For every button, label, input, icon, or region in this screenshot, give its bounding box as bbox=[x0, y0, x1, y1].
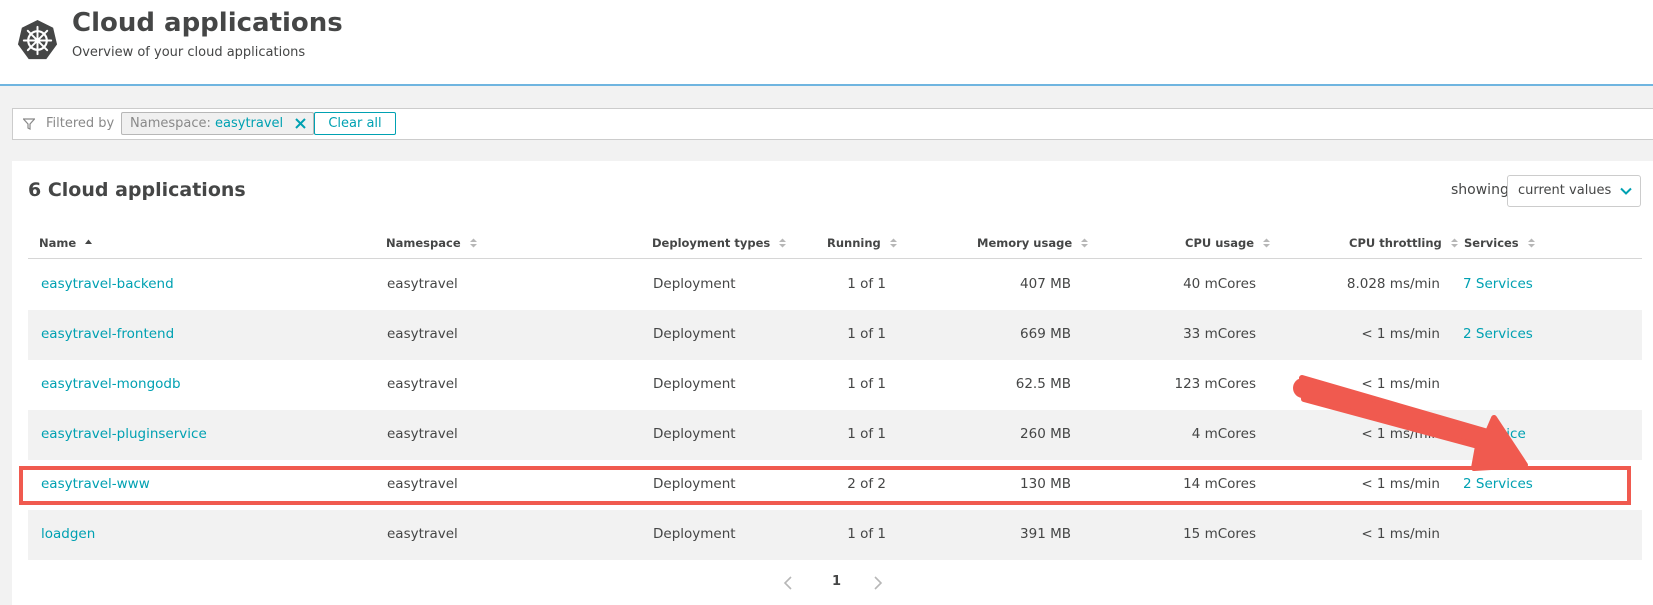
chevron-left-icon[interactable] bbox=[782, 575, 794, 591]
table-row[interactable]: loadgen easytravel Deployment 1 of 1 391… bbox=[28, 510, 1642, 560]
column-header-deployment-types[interactable]: Deployment types bbox=[652, 236, 787, 250]
namespace-cell: easytravel bbox=[387, 326, 458, 342]
throttling-cell: < 1 ms/min bbox=[1361, 326, 1440, 342]
namespace-cell: easytravel bbox=[387, 376, 458, 392]
applications-card: 6 Cloud applications showing current val… bbox=[12, 161, 1653, 605]
running-cell: 1 of 1 bbox=[847, 326, 886, 342]
column-header-name[interactable]: Name bbox=[39, 236, 93, 250]
clear-all-button[interactable]: Clear all bbox=[314, 112, 396, 135]
filter-chip-key: Namespace: bbox=[130, 116, 211, 131]
table-header: Name Namespace Deployment types Running … bbox=[28, 227, 1642, 259]
sort-icon bbox=[1263, 238, 1271, 248]
table-row[interactable]: easytravel-frontend easytravel Deploymen… bbox=[28, 310, 1642, 360]
memory-cell: 391 MB bbox=[1020, 526, 1071, 542]
running-cell: 1 of 1 bbox=[847, 376, 886, 392]
deployment-type-cell: Deployment bbox=[653, 426, 736, 442]
running-cell: 2 of 2 bbox=[847, 476, 886, 492]
namespace-cell: easytravel bbox=[387, 426, 458, 442]
cpu-cell: 40 mCores bbox=[1183, 276, 1256, 292]
cpu-cell: 14 mCores bbox=[1183, 476, 1256, 492]
sort-icon bbox=[1081, 238, 1089, 248]
services-link[interactable]: 7 Services bbox=[1463, 276, 1533, 292]
app-name-link[interactable]: easytravel-mongodb bbox=[41, 376, 181, 392]
page-subtitle: Overview of your cloud applications bbox=[72, 45, 306, 60]
pagination: 1 bbox=[772, 570, 902, 594]
services-link[interactable]: 2 Services bbox=[1463, 476, 1533, 492]
app-name-link[interactable]: easytravel-pluginservice bbox=[41, 426, 207, 442]
column-header-memory-usage[interactable]: Memory usage bbox=[977, 236, 1089, 250]
table-row[interactable]: easytravel-pluginservice easytravel Depl… bbox=[28, 410, 1642, 460]
app-name-link[interactable]: easytravel-backend bbox=[41, 276, 174, 292]
sort-icon bbox=[779, 238, 787, 248]
sort-icon bbox=[469, 238, 477, 248]
cpu-cell: 15 mCores bbox=[1183, 526, 1256, 542]
chevron-right-icon[interactable] bbox=[872, 575, 884, 591]
filter-icon bbox=[23, 118, 35, 130]
throttling-cell: < 1 ms/min bbox=[1361, 526, 1440, 542]
table-row[interactable]: easytravel-www easytravel Deployment 2 o… bbox=[28, 460, 1642, 510]
sort-icon bbox=[1450, 238, 1458, 248]
throttling-cell: < 1 ms/min bbox=[1361, 426, 1440, 442]
table-row[interactable]: easytravel-backend easytravel Deployment… bbox=[28, 260, 1642, 310]
namespace-cell: easytravel bbox=[387, 276, 458, 292]
namespace-cell: easytravel bbox=[387, 476, 458, 492]
column-header-cpu-usage[interactable]: CPU usage bbox=[1185, 236, 1271, 250]
column-header-namespace[interactable]: Namespace bbox=[386, 236, 477, 250]
showing-label: showing bbox=[1451, 182, 1509, 198]
sort-icon bbox=[889, 238, 897, 248]
throttling-cell: 8.028 ms/min bbox=[1346, 276, 1440, 292]
chevron-down-icon bbox=[1620, 187, 1632, 195]
filter-bar[interactable]: Filtered by Namespace: easytravel Clear … bbox=[12, 108, 1653, 140]
running-cell: 1 of 1 bbox=[847, 276, 886, 292]
services-link[interactable]: 1 Service bbox=[1463, 426, 1526, 442]
deployment-type-cell: Deployment bbox=[653, 276, 736, 292]
deployment-type-cell: Deployment bbox=[653, 526, 736, 542]
column-header-services[interactable]: Services bbox=[1464, 236, 1535, 250]
throttling-cell: < 1 ms/min bbox=[1361, 476, 1440, 492]
deployment-type-cell: Deployment bbox=[653, 326, 736, 342]
column-header-cpu-throttling[interactable]: CPU throttling bbox=[1349, 236, 1458, 250]
applications-count-title: 6 Cloud applications bbox=[28, 179, 246, 201]
app-name-link[interactable]: loadgen bbox=[41, 526, 95, 542]
sort-icon bbox=[1527, 238, 1535, 248]
kubernetes-helm-icon bbox=[17, 19, 58, 60]
app-name-link[interactable]: easytravel-frontend bbox=[41, 326, 174, 342]
app-name-link[interactable]: easytravel-www bbox=[41, 476, 150, 492]
page-title: Cloud applications bbox=[72, 8, 343, 38]
running-cell: 1 of 1 bbox=[847, 526, 886, 542]
column-header-running[interactable]: Running bbox=[827, 236, 897, 250]
services-link[interactable]: 2 Services bbox=[1463, 326, 1533, 342]
sort-ascending-icon bbox=[85, 239, 93, 244]
running-cell: 1 of 1 bbox=[847, 426, 886, 442]
showing-select[interactable]: current values bbox=[1507, 175, 1641, 207]
filter-chip-value: easytravel bbox=[215, 116, 284, 131]
filter-chip-namespace[interactable]: Namespace: easytravel bbox=[121, 112, 315, 135]
memory-cell: 62.5 MB bbox=[1015, 376, 1071, 392]
memory-cell: 130 MB bbox=[1020, 476, 1071, 492]
cpu-cell: 4 mCores bbox=[1191, 426, 1256, 442]
memory-cell: 407 MB bbox=[1020, 276, 1071, 292]
cpu-cell: 123 mCores bbox=[1174, 376, 1257, 392]
filter-label: Filtered by bbox=[46, 116, 115, 131]
deployment-type-cell: Deployment bbox=[653, 476, 736, 492]
page-header: Cloud applications Overview of your clou… bbox=[0, 0, 1653, 86]
memory-cell: 669 MB bbox=[1020, 326, 1071, 342]
memory-cell: 260 MB bbox=[1020, 426, 1071, 442]
namespace-cell: easytravel bbox=[387, 526, 458, 542]
deployment-type-cell: Deployment bbox=[653, 376, 736, 392]
cpu-cell: 33 mCores bbox=[1183, 326, 1256, 342]
close-icon[interactable] bbox=[294, 117, 307, 130]
table-row[interactable]: easytravel-mongodb easytravel Deployment… bbox=[28, 360, 1642, 410]
showing-select-value: current values bbox=[1518, 183, 1612, 198]
page-number[interactable]: 1 bbox=[832, 574, 841, 589]
throttling-cell: < 1 ms/min bbox=[1361, 376, 1440, 392]
